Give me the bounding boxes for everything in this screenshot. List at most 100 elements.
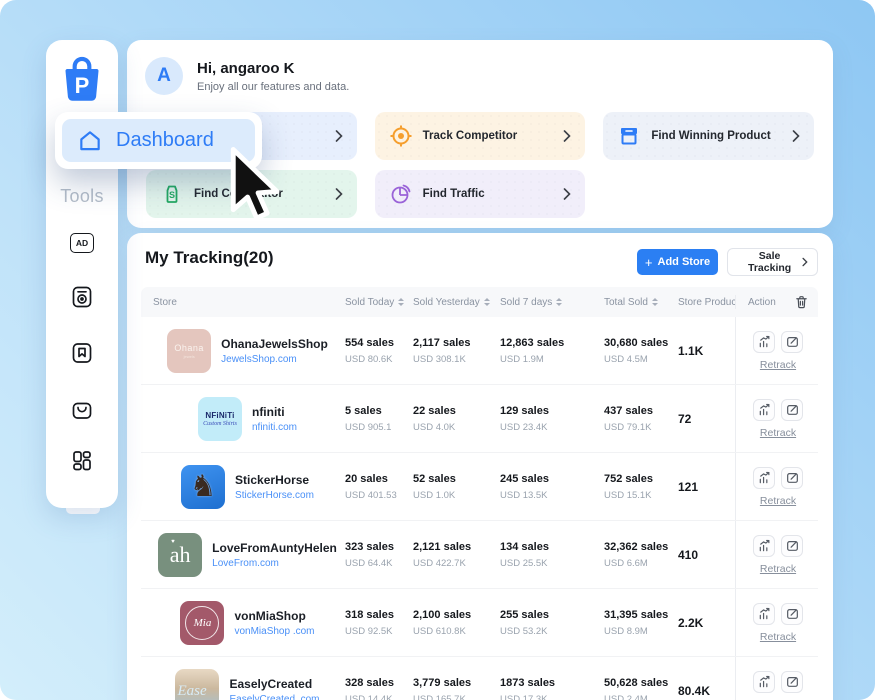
retrack-link[interactable]: Retrack [760,563,796,575]
sold-today-usd: USD 80.6K [345,354,413,365]
sold-7-days-usd: USD 23.4K [500,422,604,433]
sold-7-days-value: 129 sales [500,405,604,417]
sort-icon [556,298,562,306]
sidebar: P Tools AD [46,40,118,508]
sold-today-usd: USD 64.4K [345,558,413,569]
store-domain-link[interactable]: StickerHorse.com [235,490,314,501]
plus-icon: + [645,256,653,269]
store-logo: ♥ah [158,533,202,577]
store-domain-link[interactable]: JewelsShop.com [221,354,328,365]
svg-text:P: P [75,73,90,98]
sold-7-days-value: 255 sales [500,609,604,621]
edit-icon [786,403,799,416]
column-header-action: Action [735,295,818,309]
tools-section-label: Tools [46,186,118,207]
sold-yesterday-usd: USD 422.7K [413,558,500,569]
table-row: ♥ah LoveFromAuntyHelen LoveFrom.com 323 … [141,520,818,588]
edit-button[interactable] [781,399,803,421]
trash-icon[interactable] [795,295,808,309]
sold-today-value: 323 sales [345,541,413,553]
sale-tracking-button[interactable]: Sale Tracking [727,248,818,276]
sold-today-usd: USD 905.1 [345,422,413,433]
sidebar-item-apps[interactable] [70,448,94,474]
chart-icon [758,675,771,688]
sold-today-value: 5 sales [345,405,413,417]
action-card-find-traffic[interactable]: Find Traffic [375,170,586,218]
store-domain-link[interactable]: nfiniti.com [252,422,297,433]
store-name: vonMiaShop [234,609,314,623]
total-sold-value: 32,362 sales [604,541,678,553]
total-sold-usd: USD 15.1K [604,490,678,501]
shopify-store-icon: S [160,182,184,206]
add-store-button[interactable]: + Add Store [637,249,718,275]
edit-icon [786,675,799,688]
apps-grid-icon [70,449,94,473]
stats-button[interactable] [753,399,775,421]
sold-7-days-usd: USD 1.9M [500,354,604,365]
pie-chart-icon [389,182,413,206]
edit-button[interactable] [781,331,803,353]
total-sold-usd: USD 79.1K [604,422,678,433]
sold-yesterday-usd: USD 4.0K [413,422,500,433]
store-logo: Mia [180,601,224,645]
edit-button[interactable] [781,467,803,489]
store-products-count: 410 [678,548,735,562]
edit-button[interactable] [781,535,803,557]
table-row: Ohanajewels OhanaJewelsShop JewelsShop.c… [141,317,818,384]
retrack-link[interactable]: Retrack [760,631,796,643]
chevron-right-icon [335,130,343,142]
sort-icon [652,298,658,306]
edit-icon [786,607,799,620]
sidebar-item-product-scan[interactable] [70,284,94,310]
column-header-sold-7-days[interactable]: Sold 7 days [500,297,604,308]
stats-button[interactable] [753,331,775,353]
total-sold-value: 30,680 sales [604,337,678,349]
total-sold-value: 437 sales [604,405,678,417]
svg-text:S: S [169,190,175,200]
action-card-find-winning-product[interactable]: Find Winning Product [603,112,814,160]
sold-today-usd: USD 14.4K [345,694,413,700]
home-icon [77,128,103,154]
chevron-right-icon [802,257,808,267]
retrack-link[interactable]: Retrack [760,427,796,439]
stats-button[interactable] [753,535,775,557]
action-card-track-competitor[interactable]: Track Competitor [375,112,586,160]
retrack-link[interactable]: Retrack [760,359,796,371]
total-sold-usd: USD 2.4M [604,694,678,700]
chevron-right-icon [792,130,800,142]
column-header-total-sold[interactable]: Total Sold [604,297,678,308]
table-row: Ease EaselyCreated EaselyCreated .com 32… [141,656,818,700]
stats-button[interactable] [753,671,775,693]
sold-7-days-value: 245 sales [500,473,604,485]
store-domain-link[interactable]: vonMiaShop .com [234,626,314,637]
chart-icon [758,539,771,552]
sold-today-value: 318 sales [345,609,413,621]
chevron-right-icon [563,188,571,200]
chart-icon [758,471,771,484]
sold-today-value: 554 sales [345,337,413,349]
stats-button[interactable] [753,467,775,489]
retrack-link[interactable]: Retrack [760,495,796,507]
store-name: StickerHorse [235,473,314,487]
edit-button[interactable] [781,603,803,625]
column-header-sold-yesterday[interactable]: Sold Yesterday [413,297,500,308]
column-header-sold-today[interactable]: Sold Today [345,297,413,308]
store-domain-link[interactable]: LoveFrom.com [212,558,337,569]
sold-yesterday-value: 22 sales [413,405,500,417]
store-logo: ♞ [181,465,225,509]
menu-item-dashboard[interactable]: Dashboard [62,119,255,162]
sidebar-item-bookmarks[interactable] [70,340,94,366]
sold-yesterday-usd: USD 1.0K [413,490,500,501]
sold-yesterday-value: 2,100 sales [413,609,500,621]
sidebar-item-ad-tool[interactable]: AD [70,230,94,256]
sold-7-days-usd: USD 17.3K [500,694,604,700]
stats-button[interactable] [753,603,775,625]
chevron-right-icon [335,188,343,200]
chart-icon [758,403,771,416]
sidebar-item-store[interactable] [70,396,94,422]
edit-button[interactable] [781,671,803,693]
sold-yesterday-usd: USD 308.1K [413,354,500,365]
store-domain-link[interactable]: EaselyCreated .com [229,694,319,700]
store-products-count: 2.2K [678,616,735,630]
sold-yesterday-value: 2,121 sales [413,541,500,553]
